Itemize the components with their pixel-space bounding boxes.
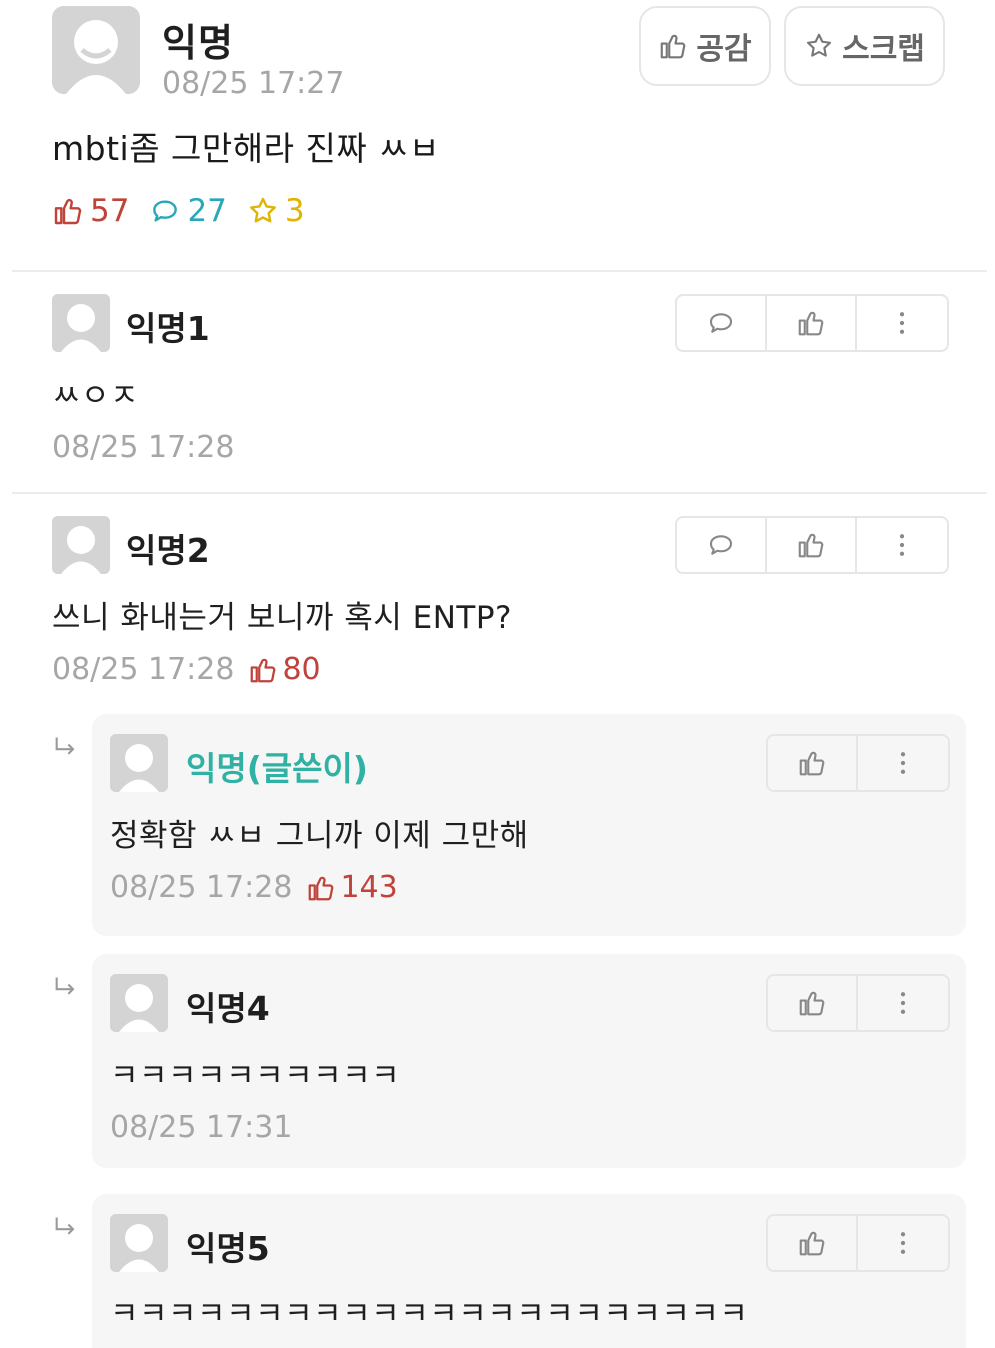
comment-meta: 08/25 17:28 80 [52,652,321,687]
comment-time: 08/25 17:28 [52,652,235,687]
reply-vote-count: 143 [306,870,398,905]
scrap-button[interactable]: 스크랩 [784,6,945,86]
reply-author: 익명5 [186,1229,270,1268]
comment-vote-count: 80 [248,652,321,687]
default-avatar-icon [110,974,168,1032]
speech-bubble-icon [153,200,178,222]
thumbs-up-icon [251,658,276,682]
reply-box: 익명4 ㅋㅋㅋㅋㅋㅋㅋㅋㅋㅋ 08/25 17:31 [92,954,966,1168]
reply-arrow-icon [55,977,75,995]
more-button[interactable] [858,976,948,1030]
reply-indicator [52,974,80,1009]
reply-box: 익명5 ㅋㅋㅋㅋㅋㅋㅋㅋㅋㅋㅋㅋㅋㅋㅋㅋㅋㅋㅋㅋㅋㅋ [92,1194,966,1348]
thumbs-up-icon [54,198,82,225]
comment-author: 익명2 [126,531,210,570]
reply-avatar [110,734,168,792]
thumbs-up-icon [799,751,825,776]
default-avatar-icon [110,1214,168,1272]
comment-avatar [52,294,110,352]
reply-time: 08/25 17:28 [110,870,293,905]
comment-author: 익명1 [126,309,210,348]
star-icon [249,197,276,223]
more-vertical-icon [900,1232,906,1254]
comment-body: 쓰니 화내는거 보니까 혹시 ENTP? [52,600,512,636]
default-avatar-icon [52,294,110,352]
speech-bubble-icon [709,313,733,333]
reply-time: 08/25 17:31 [110,1110,293,1145]
thumbs-up-icon [309,876,334,900]
post-author: 익명 [162,21,234,65]
reply-actions [766,974,950,1032]
reply-arrow-icon [55,737,75,755]
comment-meta: 08/25 17:28 [52,430,234,465]
speech-bubble-icon [709,535,733,555]
reply-avatar [110,1214,168,1272]
comment-like-button[interactable] [767,518,857,572]
divider [12,270,987,272]
reply-button[interactable] [677,296,767,350]
more-vertical-icon [900,752,906,774]
reply-like-button[interactable] [768,976,858,1030]
comment-body: ㅆㅇㅈ [52,378,140,414]
comment-like-button[interactable] [767,296,857,350]
thumbs-up-icon [661,34,686,59]
more-vertical-icon [900,992,906,1014]
thumbs-up-icon [799,991,825,1016]
post-avatar [52,6,140,94]
more-button[interactable] [858,736,948,790]
divider [12,492,987,494]
star-icon [807,33,832,57]
scrap-button-label: 스크랩 [842,32,925,67]
reply-author: 익명(글쓴이) [186,749,368,788]
reply-meta: 08/25 17:28 143 [110,870,398,905]
comment-count: 27 [149,193,227,229]
scrap-count: 3 [247,193,305,229]
post-time: 08/25 17:27 [162,66,345,101]
reply-actions [766,734,950,792]
comment-time: 08/25 17:28 [52,430,235,465]
reply-avatar [110,974,168,1032]
reply-body: ㅋㅋㅋㅋㅋㅋㅋㅋㅋㅋ [110,1058,401,1094]
reply-body: ㅋㅋㅋㅋㅋㅋㅋㅋㅋㅋㅋㅋㅋㅋㅋㅋㅋㅋㅋㅋㅋㅋ [110,1296,749,1332]
like-button[interactable]: 공감 [639,6,771,86]
comment-actions [675,294,949,352]
reply-button[interactable] [677,518,767,572]
thumbs-up-icon [798,311,824,336]
post-stats: 57 27 3 [52,190,305,232]
more-button[interactable] [857,518,947,572]
reply-actions [766,1214,950,1272]
reply-body: 정확함 ㅆㅂ 그니까 이제 그만해 [110,818,529,854]
more-vertical-icon [899,312,905,334]
like-button-label: 공감 [696,32,752,67]
default-avatar-icon [52,516,110,574]
comment-avatar [52,516,110,574]
post-body: mbti좀 그만해라 진짜 ㅆㅂ [52,129,440,168]
more-button[interactable] [858,1216,948,1270]
reply-indicator [52,734,80,769]
reply-meta: 08/25 17:31 [110,1110,292,1145]
more-vertical-icon [899,534,905,556]
default-avatar-icon [110,734,168,792]
comment-actions [675,516,949,574]
thumbs-up-icon [798,533,824,558]
thumbs-up-icon [799,1231,825,1256]
vote-count: 57 [52,193,129,229]
default-avatar-icon [52,6,140,94]
reply-indicator [52,1214,80,1249]
reply-arrow-icon [55,1217,75,1235]
reply-author: 익명4 [186,989,270,1028]
reply-box: 익명(글쓴이) 정확함 ㅆㅂ 그니까 이제 그만해 08/25 17:28 14… [92,714,966,936]
reply-like-button[interactable] [768,1216,858,1270]
reply-like-button[interactable] [768,736,858,790]
more-button[interactable] [857,296,947,350]
